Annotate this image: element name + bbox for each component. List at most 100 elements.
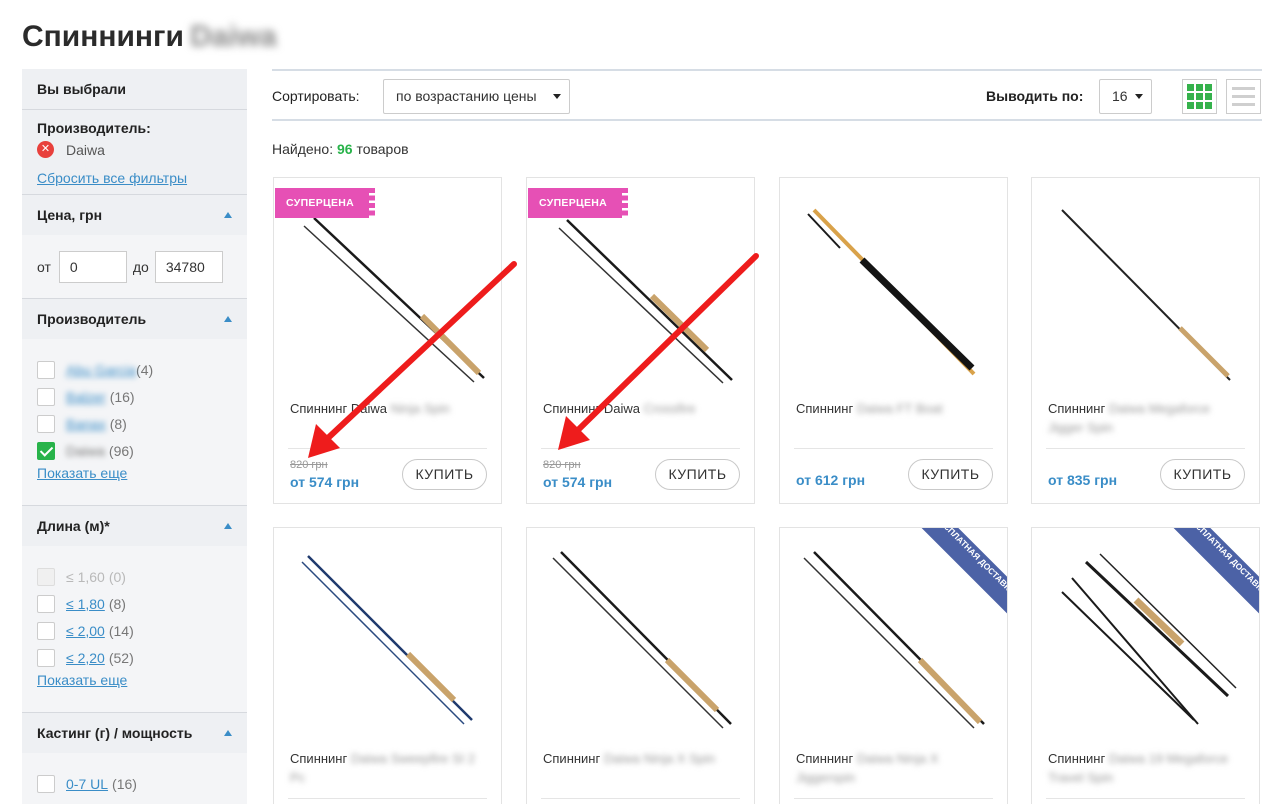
buy-button[interactable]: КУПИТЬ [655, 459, 740, 490]
filter-sidebar: Вы выбрали Производитель: ✕ Daiwa Сброси… [22, 69, 247, 804]
brand-filter-header[interactable]: Производитель [37, 299, 232, 339]
price-from-label: от [37, 258, 51, 275]
product-card[interactable]: Спиннинг Daiwa Sweepfire SI 2 Pc [273, 527, 502, 804]
perpage-label: Выводить по: [986, 88, 1084, 104]
checkbox[interactable] [37, 594, 55, 613]
price-filter-header[interactable]: Цена, грн [37, 195, 232, 235]
reset-filters-link[interactable]: Сбросить все фильтры [37, 170, 232, 186]
brand-option[interactable]: Balzer (16) [37, 383, 232, 410]
price-filter-section: Цена, грн от 0 до 34780 [22, 195, 247, 299]
brand-filter-section: Производитель Abu Garcia (4) Balzer (16) B… [22, 299, 247, 506]
list-view-button[interactable] [1226, 79, 1261, 114]
list-icon [1232, 87, 1255, 106]
product-card[interactable]: СУПЕРЦЕНА Спиннинг Daiwa Ninja Spin 820 … [273, 177, 502, 504]
collapse-icon [224, 316, 232, 322]
sort-label: Сортировать: [272, 88, 360, 104]
checkbox[interactable] [37, 387, 55, 406]
product-name[interactable]: Спиннинг Daiwa Sweepfire SI 2 Pc [290, 749, 490, 787]
divider [541, 798, 740, 799]
price-to-input[interactable]: 34780 [154, 250, 223, 283]
grid-icon [1187, 84, 1212, 109]
checkbox[interactable] [37, 648, 55, 667]
product-name[interactable]: Спиннинг Daiwa Megaforce Jigger Spin [1048, 399, 1248, 437]
checkbox[interactable] [37, 414, 55, 433]
divider [794, 798, 993, 799]
collapse-icon [224, 730, 232, 736]
superprice-badge: СУПЕРЦЕНА [528, 188, 628, 218]
chevron-down-icon [553, 94, 561, 99]
product-name[interactable]: Спиннинг Daiwa Ninja X Jiggerspin [796, 749, 996, 787]
divider [541, 448, 740, 449]
active-filter-chip: ✕ Daiwa [37, 141, 232, 158]
length-list: ≤ 1,60 (0) ≤ 1,80 (8) ≤ 2,00 (14) ≤ 2,20 (52… [22, 546, 247, 712]
show-more-brands-link[interactable]: Показать еще [37, 465, 232, 481]
found-count: Найдено: 96 товаров [272, 141, 409, 157]
product-name[interactable]: Спиннинг Daiwa Crossfire [543, 399, 743, 418]
length-option[interactable]: ≤ 1,80 (8) [37, 590, 232, 617]
active-filter-value: Daiwa [66, 141, 105, 158]
length-option[interactable]: ≤ 2,00 (14) [37, 617, 232, 644]
sort-select[interactable]: по возрастанию цены [383, 79, 570, 114]
brand-list: Abu Garcia (4) Balzer (16) Banax (8) Daiwa(… [22, 339, 247, 505]
product-image [552, 551, 732, 729]
casting-filter-header[interactable]: Кастинг (г) / мощность [37, 713, 232, 753]
page-title: Спиннинги Daiwa [22, 20, 277, 53]
casting-filter-section: Кастинг (г) / мощность 0-7 UL (16) [22, 713, 247, 804]
checkbox[interactable] [37, 360, 55, 379]
page-title-brand: Daiwa [189, 20, 277, 53]
checkbox[interactable] [37, 774, 55, 793]
collapse-icon [224, 212, 232, 218]
divider [794, 448, 993, 449]
brand-option[interactable]: Abu Garcia (4) [37, 356, 232, 383]
product-card[interactable]: БЕСПЛАТНАЯ ДОСТАВКА Спиннинг Daiwa 19 Me… [1031, 527, 1260, 804]
divider [288, 448, 487, 449]
active-filter-block: Производитель: ✕ Daiwa Сбросить все филь… [22, 110, 247, 195]
product-price: от 574 грн [543, 474, 613, 490]
grid-view-button[interactable] [1182, 79, 1217, 114]
buy-button[interactable]: КУПИТЬ [908, 459, 993, 490]
price-range: от 0 до 34780 [22, 235, 247, 298]
selected-filters-section: Вы выбрали [22, 69, 247, 110]
length-option: ≤ 1,60 (0) [37, 563, 232, 590]
product-name[interactable]: Спиннинг Daiwa 19 Megaforce Travel Spin [1048, 749, 1248, 787]
casting-option[interactable]: 0-7 UL (16) [37, 770, 232, 797]
divider [288, 798, 487, 799]
product-image [1061, 209, 1231, 381]
collapse-icon [224, 523, 232, 529]
brand-option[interactable]: Daiwa (96) [37, 437, 232, 464]
product-card[interactable]: Спиннинг Daiwa Ninja X Spin [526, 527, 755, 804]
remove-filter-icon[interactable]: ✕ [37, 141, 54, 158]
product-card[interactable]: БЕСПЛАТНАЯ ДОСТАВКА Спиннинг Daiwa Ninja… [779, 527, 1008, 804]
buy-button[interactable]: КУПИТЬ [1160, 459, 1245, 490]
old-price: 820 грн [543, 459, 581, 471]
casting-list: 0-7 UL (16) [22, 753, 247, 804]
brand-option[interactable]: Banax (8) [37, 410, 232, 437]
perpage-select[interactable]: 16 [1099, 79, 1152, 114]
product-price: от 835 грн [1048, 472, 1118, 488]
length-option[interactable]: ≤ 2,20 (52) [37, 644, 232, 671]
length-filter-section: Длина (м)* ≤ 1,60 (0) ≤ 1,80 (8) ≤ 2,00 (14… [22, 506, 247, 713]
product-image [301, 555, 473, 725]
price-to-label: до [132, 258, 149, 275]
chevron-down-icon [1135, 94, 1143, 99]
old-price: 820 грн [290, 459, 328, 471]
sort-toolbar: Сортировать: по возрастанию цены Выводит… [272, 69, 1262, 121]
price-from-input[interactable]: 0 [58, 250, 127, 283]
superprice-badge: СУПЕРЦЕНА [275, 188, 375, 218]
product-name[interactable]: Спиннинг Daiwa Ninja X Spin [543, 749, 743, 768]
product-name[interactable]: Спиннинг Daiwa Ninja Spin [290, 399, 490, 418]
show-more-length-link[interactable]: Показать еще [37, 672, 232, 688]
product-card[interactable]: Спиннинг Daiwa Megaforce Jigger Spin от … [1031, 177, 1260, 504]
product-image [807, 208, 976, 376]
product-name[interactable]: Спиннинг Daiwa FT Boat [796, 399, 996, 418]
length-filter-header[interactable]: Длина (м)* [37, 506, 232, 546]
product-price: от 612 грн [796, 472, 866, 488]
divider [1046, 798, 1245, 799]
manufacturer-active-label: Производитель: [37, 120, 151, 136]
product-card[interactable]: СУПЕРЦЕНА Спиннинг Daiwa Crossfire 820 г… [526, 177, 755, 504]
checkbox-disabled [37, 567, 55, 586]
product-card[interactable]: Спиннинг Daiwa FT Boat от 612 грн КУПИТЬ [779, 177, 1008, 504]
buy-button[interactable]: КУПИТЬ [402, 459, 487, 490]
checkbox-checked[interactable] [37, 441, 55, 460]
checkbox[interactable] [37, 621, 55, 640]
